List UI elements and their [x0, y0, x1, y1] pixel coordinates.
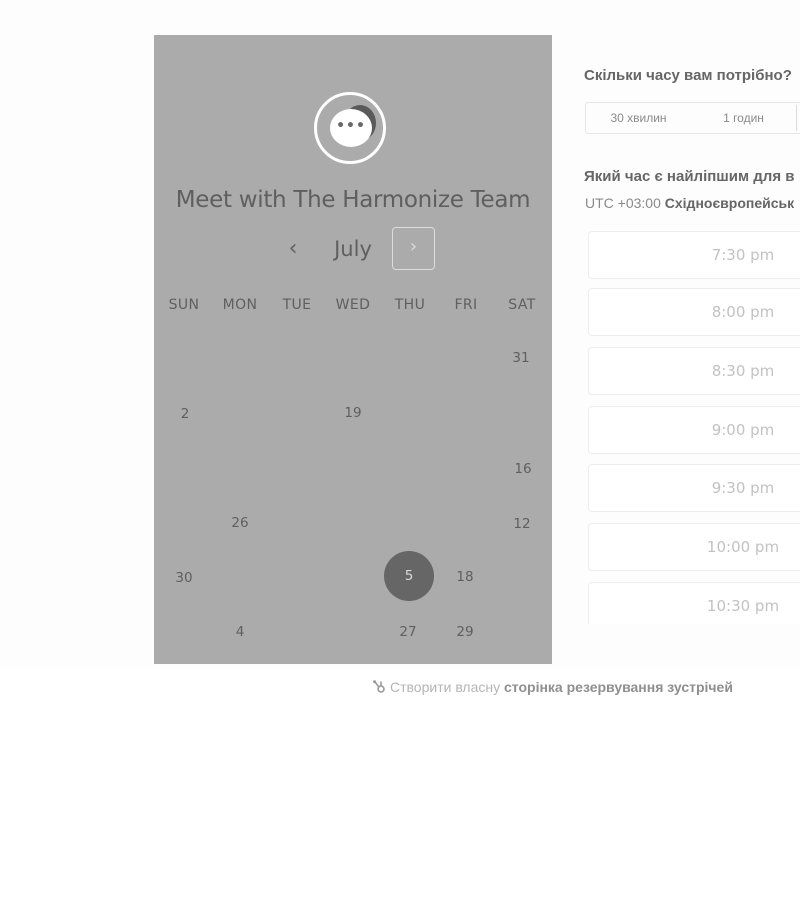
prev-month-button[interactable]: ‹: [279, 235, 307, 263]
time-slot-label: 9:30 pm: [711, 479, 775, 497]
time-slot[interactable]: 9:00 pm: [588, 406, 800, 454]
time-slot[interactable]: 10:30 pm: [588, 582, 800, 624]
calendar-day[interactable]: 29: [445, 624, 485, 640]
weekday-thu: THU: [394, 297, 426, 313]
time-question: Який час є найліпшим для в: [584, 168, 795, 185]
month-label: July: [334, 237, 372, 261]
calendar-day[interactable]: 19: [333, 405, 373, 421]
time-slot[interactable]: 10:00 pm: [588, 523, 800, 571]
weekday-fri: FRI: [454, 297, 478, 313]
chat-bubble-icon: •••: [314, 92, 386, 164]
time-slot-label: 8:30 pm: [711, 362, 775, 380]
time-slot[interactable]: 8:00 pm: [588, 288, 800, 336]
time-slot-label: 10:00 pm: [706, 538, 780, 556]
time-slot[interactable]: 8:30 pm: [588, 347, 800, 395]
calendar-day[interactable]: 26: [220, 515, 260, 531]
timezone-offset: UTC +03:00: [585, 195, 661, 211]
weekday-wed: WED: [335, 297, 371, 313]
time-slot-label: 7:30 pm: [711, 246, 775, 264]
footer-link[interactable]: сторінка резервування зустрічей: [504, 679, 733, 695]
timezone-selector[interactable]: UTC +03:00 Східноєвропейськ: [585, 195, 794, 211]
calendar-day[interactable]: 12: [502, 516, 542, 532]
weekday-sat: SAT: [508, 297, 536, 313]
time-slot[interactable]: 9:30 pm: [588, 464, 800, 512]
calendar-panel: ••• Meet with The Harmonize Team ‹ July …: [154, 35, 552, 664]
selected-day[interactable]: 5: [384, 551, 434, 601]
calendar-day[interactable]: 2: [165, 406, 205, 422]
calendar-day[interactable]: 31: [501, 350, 541, 366]
weekday-tue: TUE: [282, 297, 312, 313]
time-slot-label: 10:30 pm: [706, 597, 780, 615]
duration-divider: [796, 105, 797, 131]
time-slot-list[interactable]: 7:30 pm 8:00 pm 8:30 pm 9:00 pm 9:30 pm …: [584, 226, 800, 624]
calendar-day[interactable]: 16: [503, 461, 543, 477]
footer-promo: Створити власну сторінка резервування зу…: [372, 679, 733, 695]
weekday-sun: SUN: [168, 297, 200, 313]
calendar-day[interactable]: 4: [220, 624, 260, 640]
next-month-button[interactable]: ›: [392, 227, 435, 270]
time-slot[interactable]: 7:30 pm: [588, 231, 800, 279]
time-slot-label: 8:00 pm: [711, 303, 775, 321]
footer-prefix: Створити власну: [390, 679, 501, 695]
calendar-day[interactable]: 30: [164, 570, 204, 586]
calendar-day[interactable]: 18: [445, 569, 485, 585]
sprocket-icon: [373, 680, 385, 693]
duration-option-30min[interactable]: 30 хвилин: [586, 103, 691, 133]
duration-option-1h[interactable]: 1 годин: [691, 103, 796, 133]
duration-question: Скільки часу вам потрібно?: [584, 67, 792, 84]
weekday-mon: MON: [222, 297, 258, 313]
calendar-day[interactable]: 27: [388, 624, 428, 640]
calendar-title: Meet with The Harmonize Team: [175, 187, 531, 213]
time-slot-label: 9:00 pm: [711, 421, 775, 439]
timezone-name: Східноєвропейськ: [664, 195, 795, 211]
duration-selector: 30 хвилин 1 годин: [585, 102, 800, 134]
